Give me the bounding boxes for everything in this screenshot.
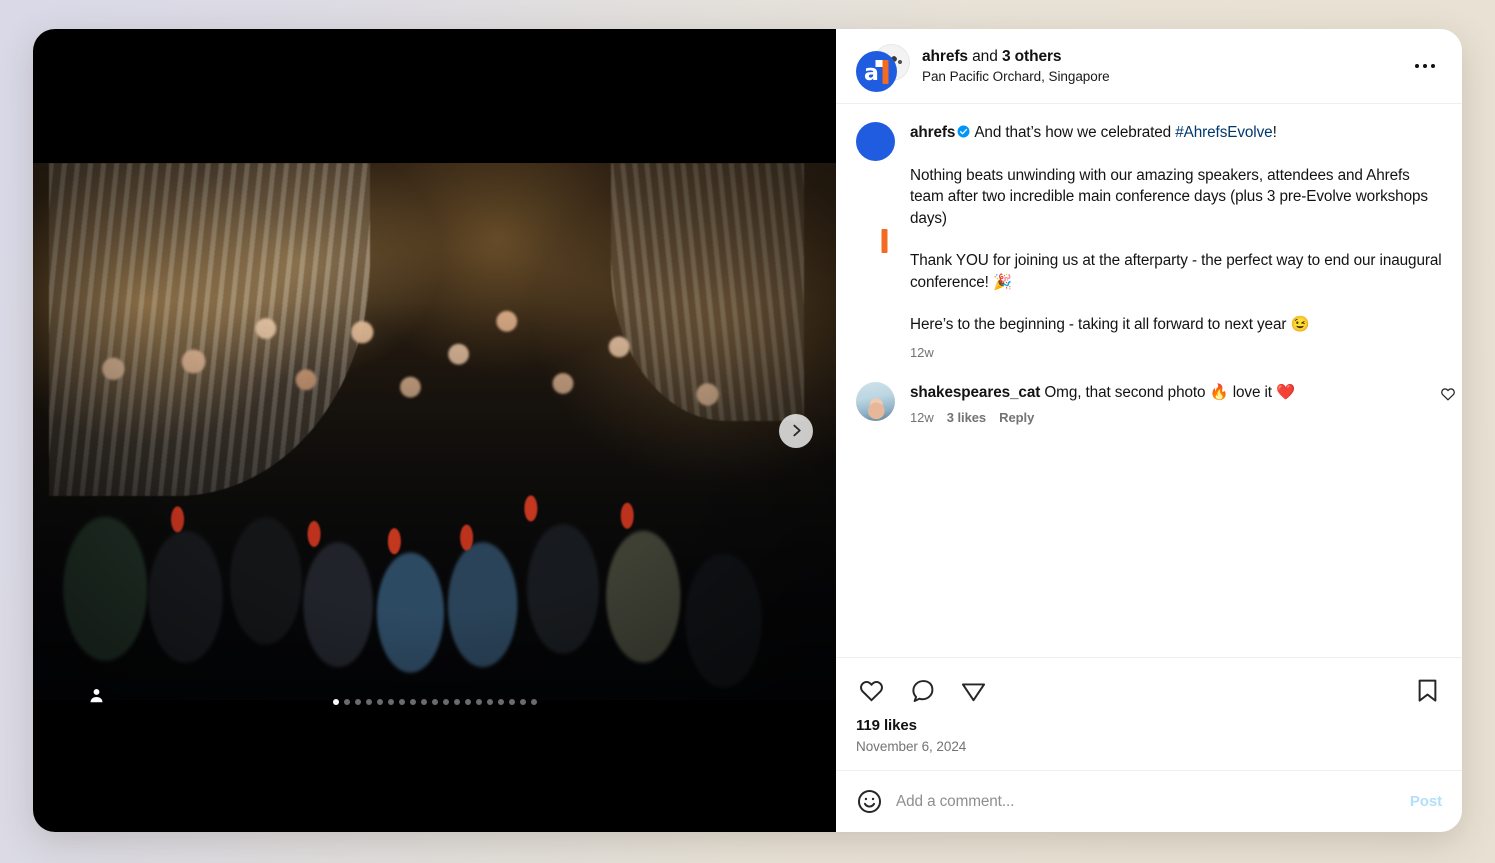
more-dots — [1415, 64, 1435, 68]
carousel-dot[interactable] — [497, 699, 504, 705]
verified-badge-icon — [957, 123, 970, 138]
carousel-dot[interactable] — [332, 699, 339, 705]
carousel-dot[interactable] — [409, 699, 416, 705]
instagram-post-card: a ahrefs and 3 others Pan Pacific Orchar… — [33, 29, 1462, 832]
heart-outline-icon[interactable] — [856, 675, 886, 705]
caption-paragraph-2: Nothing beats unwinding with our amazing… — [910, 166, 1428, 227]
carousel-dot[interactable] — [464, 699, 471, 705]
carousel-dot[interactable] — [486, 699, 493, 705]
ahrefs-logo-mark: a — [864, 59, 889, 84]
comment-body: shakespeares_cat Omg, that second photo … — [910, 382, 1455, 425]
header-avatar-stack[interactable]: a — [856, 44, 910, 92]
caption-body: ahrefs And that’s how we celebrated #Ahre… — [910, 122, 1442, 360]
comment-row: shakespeares_cat Omg, that second photo … — [856, 381, 1455, 425]
photo-vignette-layer — [33, 163, 836, 700]
comment-text: shakespeares_cat Omg, that second photo … — [910, 382, 1406, 403]
carousel-dot[interactable] — [365, 699, 372, 705]
carousel-dots[interactable] — [33, 699, 836, 705]
ahrefs-logo-avatar: a — [856, 51, 897, 92]
more-horizontal-icon[interactable] — [1408, 51, 1442, 81]
post-comment-button[interactable]: Post — [1398, 793, 1442, 810]
carousel-dot[interactable] — [453, 699, 460, 705]
carousel-dot[interactable] — [508, 699, 515, 705]
carousel-dot[interactable] — [398, 699, 405, 705]
comment-input[interactable] — [896, 792, 1398, 811]
comments-area[interactable]: a ahrefs And that’s how we celebrated #Ah… — [836, 104, 1462, 657]
comment-avatar-wrap[interactable] — [856, 381, 895, 425]
caption-text: ahrefs And that’s how we celebrated #Ahre… — [910, 122, 1442, 336]
carousel-dot[interactable] — [442, 699, 449, 705]
carousel-dot[interactable] — [354, 699, 361, 705]
ahrefs-logo-avatar: a — [856, 122, 895, 253]
emoji-smiley-icon[interactable] — [856, 789, 882, 815]
carousel-dot[interactable] — [376, 699, 383, 705]
caption-paragraph-3: Thank YOU for joining us at the afterpar… — [910, 252, 1442, 291]
comment-reply-button[interactable]: Reply — [999, 410, 1034, 425]
header-username[interactable]: ahrefs — [922, 48, 968, 65]
post-details-pane: a ahrefs and 3 others Pan Pacific Orchar… — [836, 29, 1462, 832]
header-location[interactable]: Pan Pacific Orchard, Singapore — [922, 68, 1408, 86]
heart-outline-icon[interactable] — [1440, 386, 1456, 402]
comment-likes[interactable]: 3 likes — [947, 410, 986, 425]
carousel-dot[interactable] — [519, 699, 526, 705]
caption-avatar[interactable]: a — [856, 122, 895, 360]
add-comment-row: Post — [836, 770, 1462, 832]
carousel-dot[interactable] — [387, 699, 394, 705]
action-icons — [856, 672, 1442, 708]
header-connector: and — [972, 47, 998, 65]
user-photo-avatar — [856, 381, 895, 421]
caption-paragraph-1: ahrefs And that’s how we celebrated #Ahre… — [910, 122, 1442, 144]
header-others-link[interactable]: 3 others — [1002, 48, 1062, 65]
carousel-dot[interactable] — [530, 699, 537, 705]
share-paper-plane-icon[interactable] — [958, 675, 988, 705]
comment-meta: 12w 3 likes Reply — [910, 410, 1406, 425]
carousel-dot[interactable] — [431, 699, 438, 705]
post-date: November 6, 2024 — [856, 739, 967, 754]
next-slide-button[interactable] — [779, 413, 813, 448]
comment-timestamp: 12w — [910, 409, 934, 425]
action-bar: 119 likes November 6, 2024 — [836, 657, 1462, 754]
carousel-dot[interactable] — [343, 699, 350, 705]
comment-bubble-icon[interactable] — [907, 675, 937, 705]
caption-paragraph-4: Here’s to the beginning - taking it all … — [910, 316, 1310, 333]
post-media-pane[interactable] — [33, 29, 836, 832]
header-username-line: ahrefs and 3 others — [922, 47, 1408, 66]
carousel-dot[interactable] — [475, 699, 482, 705]
comment-message: Omg, that second photo 🔥 love it ❤️ — [1040, 383, 1296, 401]
post-photo[interactable] — [33, 163, 836, 700]
caption-line1-pre: And that’s how we celebrated — [974, 124, 1176, 141]
caption-username[interactable]: ahrefs — [910, 124, 955, 141]
header-text-block: ahrefs and 3 others Pan Pacific Orchard,… — [922, 47, 1408, 86]
likes-count[interactable]: 119 likes — [856, 717, 1442, 734]
caption-line1-post: ! — [1272, 124, 1277, 141]
caption-timestamp: 12w — [910, 344, 934, 360]
ahrefs-logo-bar — [875, 59, 888, 84]
post-header: a ahrefs and 3 others Pan Pacific Orchar… — [836, 29, 1462, 104]
bookmark-outline-icon[interactable] — [1412, 675, 1442, 705]
caption-hashtag-link[interactable]: #AhrefsEvolve — [1175, 124, 1272, 141]
comment-username[interactable]: shakespeares_cat — [910, 384, 1040, 401]
carousel-dot[interactable] — [420, 699, 427, 705]
caption-row: a ahrefs And that’s how we celebrated #Ah… — [856, 122, 1442, 360]
